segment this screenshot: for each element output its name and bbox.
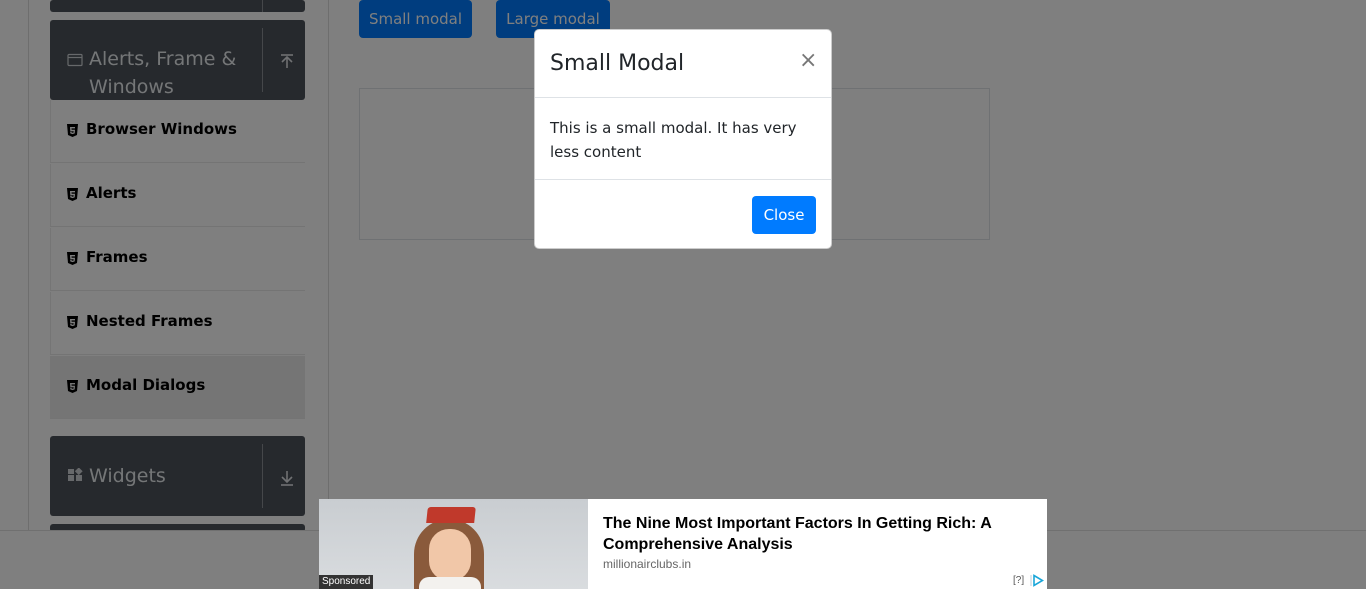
ad-banner[interactable]: Sponsored The Nine Most Important Factor… [319,499,1047,589]
close-button[interactable]: Close [752,196,816,234]
ad-title[interactable]: The Nine Most Important Factors In Getti… [603,513,1023,555]
modal-header: Small Modal × [535,30,831,98]
modal-title: Small Modal [550,51,685,76]
small-modal-dialog: Small Modal × This is a small modal. It … [534,29,832,249]
close-icon[interactable]: × [799,48,817,73]
sponsored-label: Sponsored [319,575,374,589]
modal-footer: Close [535,179,831,248]
adchoices-icon[interactable] [1030,574,1044,587]
ad-domain[interactable]: millionairclubs.in [603,557,691,571]
modal-body-text: This is a small modal. It has very less … [550,119,797,161]
ad-help-link[interactable]: [?] [1013,575,1024,586]
